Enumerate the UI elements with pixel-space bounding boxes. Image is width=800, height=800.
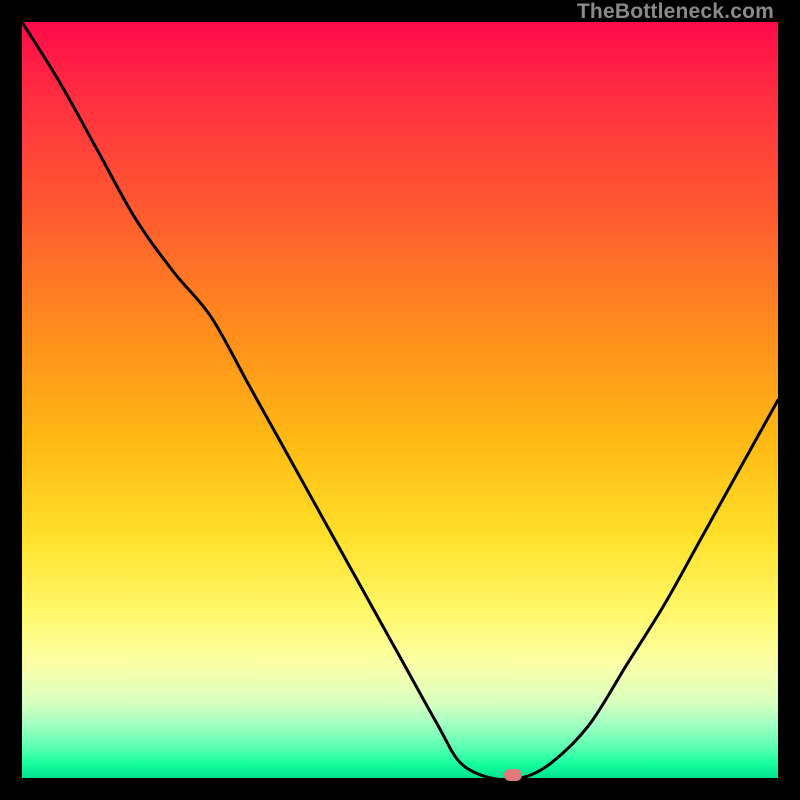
watermark-text: TheBottleneck.com <box>577 0 774 24</box>
chart-container: TheBottleneck.com <box>0 0 800 800</box>
gradient-background <box>22 22 778 778</box>
optimal-marker <box>504 769 522 781</box>
